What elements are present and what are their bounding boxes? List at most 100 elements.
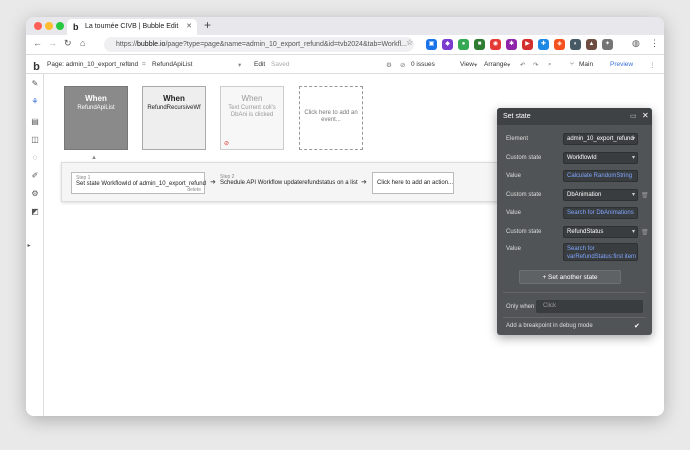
url-bar[interactable]: https://bubble.io/page?type=page&name=ad… xyxy=(104,37,414,52)
workflow-tab-icon[interactable]: ⚘ xyxy=(31,98,39,106)
forward-icon[interactable]: → xyxy=(48,38,57,48)
new-tab-button[interactable]: + xyxy=(204,18,211,32)
redo-icon[interactable]: ↷ xyxy=(533,61,538,69)
add-event-text: Click here to add an event... xyxy=(304,110,358,123)
extension-7-icon[interactable]: ▶ xyxy=(522,39,533,50)
saved-status: Saved xyxy=(271,61,290,68)
undo-icon[interactable]: ↶ xyxy=(520,61,525,69)
only-when-input[interactable]: Click xyxy=(536,300,643,313)
close-window-button[interactable] xyxy=(34,22,42,30)
design-tab-icon[interactable]: ✎ xyxy=(31,80,39,88)
step-1-text: Set state WorkflowId of admin_10_export_… xyxy=(76,181,206,187)
event-card-refundapilist[interactable]: When RefundApiList xyxy=(64,86,128,150)
bookmark-star-icon[interactable]: ☆ xyxy=(406,38,413,47)
issues-icon: ⊘ xyxy=(400,62,406,69)
bug-icon[interactable]: ⚙ xyxy=(386,61,392,69)
extension-1-icon[interactable]: ▣ xyxy=(426,39,437,50)
editor-toolbar: b Page: admin_10_export_refund ⇕ ⌗ Refun… xyxy=(26,56,664,74)
extension-5-icon[interactable]: ◉ xyxy=(490,39,501,50)
preview-button[interactable]: Preview xyxy=(610,61,633,68)
page-chevron-icon[interactable]: ⇕ xyxy=(126,61,131,68)
action-step-1[interactable]: Step 1 Set state WorkflowId of admin_10_… xyxy=(71,172,206,194)
bubble-logo-icon[interactable]: b xyxy=(30,61,43,74)
home-icon[interactable]: ⌂ xyxy=(80,38,85,48)
extension-6-icon[interactable]: ✱ xyxy=(506,39,517,50)
extension-11-icon[interactable]: ▲ xyxy=(586,39,597,50)
view-chevron-icon[interactable]: ▾ xyxy=(474,61,477,69)
set-state-panel: Set state ▭ ✕ Element admin_10_export_re… xyxy=(497,108,652,335)
close-panel-icon[interactable]: ✕ xyxy=(642,111,649,120)
element-context-label[interactable]: RefundApiList xyxy=(152,61,192,68)
event-name: Text Current coll's DbAni is clicked xyxy=(228,105,276,118)
step-2-text: Schedule API Workflow updaterefundstatus… xyxy=(220,180,358,186)
address-bar-row: ← → ↻ ⌂ https://bubble.io/page?type=page… xyxy=(26,35,664,55)
arrange-menu[interactable]: Arrange xyxy=(484,61,507,68)
delete-state-icon[interactable]: 🗑 xyxy=(641,229,649,236)
breakpoint-label: Add a breakpoint in debug mode xyxy=(506,323,593,329)
browser-tab[interactable]: b La tournée CIVB | Bubble Edit ✕ xyxy=(67,19,197,35)
more-icon[interactable]: ⋮ xyxy=(649,61,656,69)
set-another-state-button[interactable]: + Set another state xyxy=(519,270,621,284)
event-name: RefundApiList xyxy=(77,105,115,111)
plugins-tab-icon[interactable]: ✐ xyxy=(31,172,39,180)
value-label: Value xyxy=(506,210,521,216)
panel-divider xyxy=(503,292,646,293)
extension-10-icon[interactable]: ◐ xyxy=(570,39,581,50)
edit-menu[interactable]: Edit xyxy=(254,61,265,68)
arrow-right-icon: ➜ xyxy=(210,179,216,186)
event-card-refundrecursivewf[interactable]: When RefundRecursiveWf xyxy=(142,86,206,150)
search-icon[interactable]: ⌕ xyxy=(548,61,552,69)
value-expression-refundstatus[interactable]: Search for varRefundStatus:first item xyxy=(563,243,638,261)
event-card-text-clicked[interactable]: When Text Current coll's DbAni is clicke… xyxy=(220,86,284,150)
page-selector[interactable]: Page: admin_10_export_refund xyxy=(47,61,138,68)
action-step-2[interactable]: Step 2 Schedule API Workflow updaterefun… xyxy=(220,172,360,194)
arrow-right-icon: ➜ xyxy=(361,179,367,186)
context-chevron-icon[interactable]: ▾ xyxy=(238,61,241,69)
add-action-button[interactable]: Click here to add an action... xyxy=(372,172,454,194)
custom-state-dropdown-workflowid[interactable]: WorkflowId xyxy=(563,152,638,164)
zoom-window-button[interactable] xyxy=(56,22,64,30)
element-label: Element xyxy=(506,136,529,142)
event-when-label: When xyxy=(241,94,263,103)
only-when-label: Only when xyxy=(506,304,535,310)
extension-4-icon[interactable]: ■ xyxy=(474,39,485,50)
styles-tab-icon[interactable]: ◌ xyxy=(31,154,39,162)
comment-icon[interactable]: ▭ xyxy=(630,112,637,120)
left-icon-rail: ✎ ⚘ ▤ ◫ ◌ ✐ ⚙ ◩ ▸ xyxy=(26,74,44,416)
extension-9-icon[interactable]: ◈ xyxy=(554,39,565,50)
value-expression-dbanimation[interactable]: Search for DbAnimations xyxy=(563,207,638,219)
url-domain: bubble.io xyxy=(137,41,166,48)
back-icon[interactable]: ← xyxy=(33,38,42,48)
close-tab-icon[interactable]: ✕ xyxy=(186,19,192,35)
value-expression-workflowid[interactable]: Calculate RandomString xyxy=(563,170,638,182)
extension-3-icon[interactable]: ● xyxy=(458,39,469,50)
reload-icon[interactable]: ↻ xyxy=(64,38,72,49)
add-event-placeholder[interactable]: Click here to add an event... xyxy=(299,86,363,150)
view-menu[interactable]: View xyxy=(460,61,474,68)
element-dropdown[interactable]: admin_10_export_refund xyxy=(563,133,638,145)
set-another-state-label: Set another state xyxy=(548,274,598,281)
event-when-label: When xyxy=(85,94,107,103)
custom-state-dropdown-refundstatus[interactable]: RefundStatus xyxy=(563,226,638,238)
extension-8-icon[interactable]: ✚ xyxy=(538,39,549,50)
database-tab-icon[interactable]: ◫ xyxy=(31,136,39,144)
step-1-delete[interactable]: delete xyxy=(187,187,201,193)
puzzle-icon[interactable]: ✦ xyxy=(602,39,613,50)
data-tab-icon[interactable]: ▤ xyxy=(31,118,39,126)
branch-label[interactable]: Main xyxy=(579,61,593,68)
delete-state-icon[interactable]: 🗑 xyxy=(641,192,649,199)
arrange-chevron-icon[interactable]: ▾ xyxy=(507,61,510,69)
profile-icon[interactable]: ◍ xyxy=(632,38,640,49)
collapse-arrow-icon[interactable]: ▸ xyxy=(26,242,33,250)
breakpoint-checkbox[interactable]: ✔ xyxy=(634,322,640,330)
menu-dots-icon[interactable]: ⋮ xyxy=(650,38,659,49)
settings-tab-icon[interactable]: ⚙ xyxy=(31,190,39,198)
minimize-window-button[interactable] xyxy=(45,22,53,30)
custom-state-dropdown-dbanimation[interactable]: DbAnimation xyxy=(563,189,638,201)
value-label: Value xyxy=(506,173,521,179)
event-name: RefundRecursiveWf xyxy=(147,105,201,111)
logs-tab-icon[interactable]: ◩ xyxy=(31,208,39,216)
tab-title: La tournée CIVB | Bubble Edit xyxy=(85,23,179,30)
issues-count[interactable]: 0 issues xyxy=(411,61,435,68)
extension-2-icon[interactable]: ◆ xyxy=(442,39,453,50)
